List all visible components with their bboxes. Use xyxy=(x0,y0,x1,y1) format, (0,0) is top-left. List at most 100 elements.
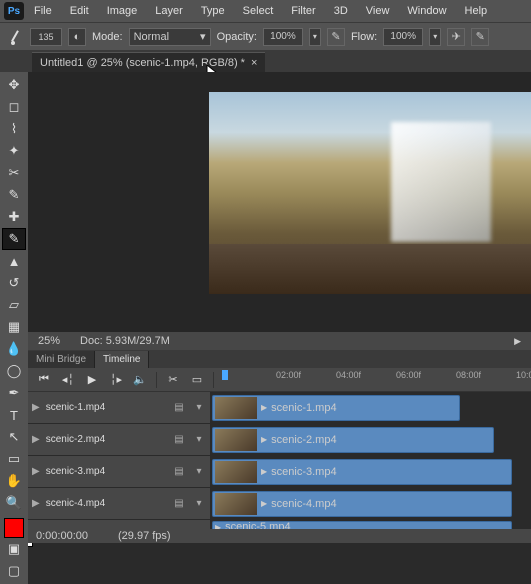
marquee-tool-icon[interactable]: ◻ xyxy=(2,96,26,118)
filmstrip-icon[interactable]: ▤ xyxy=(172,497,186,511)
history-brush-tool-icon[interactable]: ↺ xyxy=(2,272,26,294)
menu-view[interactable]: View xyxy=(358,2,398,20)
track-lane[interactable]: ▶ scenic-1.mp4 xyxy=(210,392,531,423)
disclosure-icon[interactable]: ▶ xyxy=(32,402,40,413)
track-menu-icon[interactable]: ▾ xyxy=(192,401,206,415)
track-row: ▶ scenic-5.mp4 xyxy=(28,520,531,529)
video-clip[interactable]: ▶ scenic-3.mp4 xyxy=(212,459,512,485)
pressure-opacity-icon[interactable]: ✎ xyxy=(327,28,345,46)
status-arrow-icon[interactable]: ▶ xyxy=(514,336,521,347)
opacity-dropdown-icon[interactable]: ▾ xyxy=(309,28,321,46)
menu-select[interactable]: Select xyxy=(235,2,282,20)
zoom-tool-icon[interactable]: 🔍 xyxy=(2,492,26,514)
menu-help[interactable]: Help xyxy=(457,2,496,20)
flow-label: Flow: xyxy=(351,31,377,43)
track-name: scenic-4.mp4 xyxy=(46,498,166,509)
screen-mode-icon[interactable]: ▢ xyxy=(2,560,26,582)
filmstrip-icon[interactable]: ▤ xyxy=(172,465,186,479)
track-lane[interactable]: ▶ scenic-2.mp4 xyxy=(210,424,531,455)
path-tool-icon[interactable]: ↖ xyxy=(2,426,26,448)
menu-bar: Ps File Edit Image Layer Type Select Fil… xyxy=(0,0,531,22)
video-clip[interactable]: ▶ scenic-4.mp4 xyxy=(212,491,512,517)
tab-mini-bridge[interactable]: Mini Bridge xyxy=(28,351,95,368)
menu-file[interactable]: File xyxy=(26,2,60,20)
menu-filter[interactable]: Filter xyxy=(283,2,323,20)
dodge-tool-icon[interactable]: ◯ xyxy=(2,360,26,382)
transition-icon[interactable]: ▭ xyxy=(187,371,207,389)
prev-frame-icon[interactable]: ◂╎ xyxy=(58,371,78,389)
blur-tool-icon[interactable]: 💧 xyxy=(2,338,26,360)
clip-thumbnail xyxy=(215,493,257,515)
next-frame-icon[interactable]: ╎▸ xyxy=(106,371,126,389)
tab-timeline[interactable]: Timeline xyxy=(95,351,149,368)
lasso-tool-icon[interactable]: ⌇ xyxy=(2,118,26,140)
playhead-icon[interactable] xyxy=(220,368,228,392)
disclosure-icon[interactable]: ▶ xyxy=(32,498,40,509)
go-start-icon[interactable]: ⏮ xyxy=(34,371,54,389)
track-lane[interactable]: ▶ scenic-4.mp4 xyxy=(210,488,531,519)
track-header[interactable]: ▶ scenic-3.mp4 ▤ ▾ xyxy=(28,456,210,487)
play-icon[interactable]: ▶ xyxy=(82,371,102,389)
menu-3d[interactable]: 3D xyxy=(326,2,356,20)
move-tool-icon[interactable]: ✥ xyxy=(2,74,26,96)
menu-image[interactable]: Image xyxy=(99,2,146,20)
disclosure-icon[interactable]: ▶ xyxy=(32,466,40,477)
flow-input[interactable]: 100% xyxy=(383,28,423,46)
video-clip[interactable]: ▶ scenic-1.mp4 xyxy=(212,395,460,421)
shape-tool-icon[interactable]: ▭ xyxy=(2,448,26,470)
track-menu-icon[interactable]: ▾ xyxy=(192,465,206,479)
foreground-color-swatch[interactable] xyxy=(4,518,24,538)
panel-tab-bar: Mini Bridge Timeline xyxy=(28,350,531,368)
menu-layer[interactable]: Layer xyxy=(147,2,191,20)
stamp-tool-icon[interactable]: ▲ xyxy=(2,250,26,272)
track-menu-icon[interactable]: ▾ xyxy=(192,497,206,511)
track-header[interactable]: ▶ scenic-4.mp4 ▤ ▾ xyxy=(28,488,210,519)
wand-tool-icon[interactable]: ✦ xyxy=(2,140,26,162)
eraser-tool-icon[interactable]: ▱ xyxy=(2,294,26,316)
type-tool-icon[interactable]: T xyxy=(2,404,26,426)
menu-type[interactable]: Type xyxy=(193,2,233,20)
track-header[interactable]: ▶ scenic-1.mp4 ▤ ▾ xyxy=(28,392,210,423)
flow-dropdown-icon[interactable]: ▾ xyxy=(429,28,441,46)
split-clip-icon[interactable]: ✂ xyxy=(163,371,183,389)
quick-mask-icon[interactable]: ▣ xyxy=(2,538,26,560)
hand-tool-icon[interactable]: ✋ xyxy=(2,470,26,492)
crop-tool-icon[interactable]: ✂ xyxy=(2,162,26,184)
brush-tool-icon[interactable] xyxy=(6,28,24,46)
video-clip[interactable]: ▶ scenic-5.mp4 xyxy=(212,521,512,529)
airbrush-icon[interactable]: ✈ xyxy=(447,28,465,46)
track-header[interactable] xyxy=(28,520,210,529)
tablet-pressure-icon[interactable]: ✎ xyxy=(471,28,489,46)
ruler-tick: 08:00f xyxy=(456,370,481,380)
menu-edit[interactable]: Edit xyxy=(62,2,97,20)
zoom-level[interactable]: 25% xyxy=(38,335,60,347)
track-lane[interactable]: ▶ scenic-5.mp4 xyxy=(210,520,531,529)
gradient-tool-icon[interactable]: ▦ xyxy=(2,316,26,338)
blend-mode-select[interactable]: Normal▾ xyxy=(129,28,211,46)
eyedropper-tool-icon[interactable]: ✎ xyxy=(2,184,26,206)
track-lane[interactable]: ▶ scenic-3.mp4 xyxy=(210,456,531,487)
mute-icon[interactable]: 🔈 xyxy=(130,371,150,389)
video-clip[interactable]: ▶ scenic-2.mp4 xyxy=(212,427,494,453)
opacity-label: Opacity: xyxy=(217,31,257,43)
pressure-size-icon[interactable]: ◐ xyxy=(68,28,86,46)
disclosure-icon[interactable]: ▶ xyxy=(32,434,40,445)
timecode[interactable]: 0:00:00:00 xyxy=(36,530,88,542)
canvas-image[interactable] xyxy=(209,92,531,294)
document-tab[interactable]: Untitled1 @ 25% (scenic-1.mp4, RGB/8) * … xyxy=(32,52,265,72)
opacity-input[interactable]: 100% xyxy=(263,28,303,46)
document-tab-bar: Untitled1 @ 25% (scenic-1.mp4, RGB/8) * … xyxy=(0,50,531,72)
timeline-ruler[interactable]: 02:00f 04:00f 06:00f 08:00f 10:00f xyxy=(220,368,525,392)
track-menu-icon[interactable]: ▾ xyxy=(192,433,206,447)
close-tab-icon[interactable]: × xyxy=(251,57,257,69)
menu-window[interactable]: Window xyxy=(399,2,454,20)
brush-size-picker[interactable]: 135 xyxy=(30,28,62,46)
timeline-tracks: ▶ scenic-1.mp4 ▤ ▾ ▶ scenic-1.mp4 ▶ scen… xyxy=(28,392,531,529)
filmstrip-icon[interactable]: ▤ xyxy=(172,401,186,415)
track-header[interactable]: ▶ scenic-2.mp4 ▤ ▾ xyxy=(28,424,210,455)
pen-tool-icon[interactable]: ✒ xyxy=(2,382,26,404)
filmstrip-icon[interactable]: ▤ xyxy=(172,433,186,447)
brush-tool-icon[interactable]: ✎ xyxy=(2,228,26,250)
healing-tool-icon[interactable]: ✚ xyxy=(2,206,26,228)
clip-label: scenic-2.mp4 xyxy=(271,434,336,446)
